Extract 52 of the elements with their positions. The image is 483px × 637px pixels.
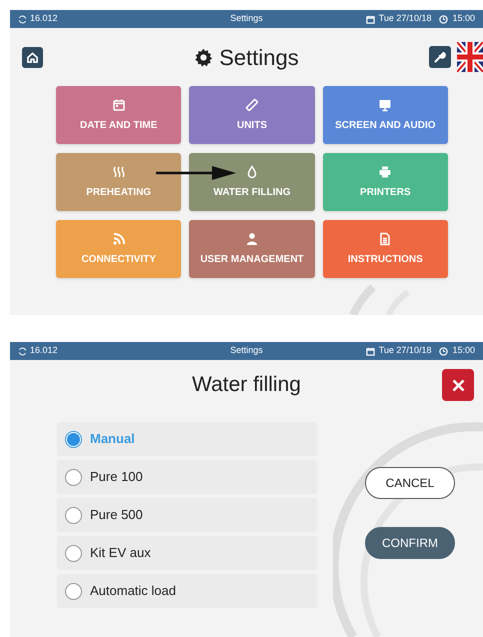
monitor-icon	[378, 98, 392, 112]
gear-icon	[194, 48, 214, 66]
home-button[interactable]	[22, 46, 43, 68]
printer-icon	[378, 164, 392, 178]
settings-tile[interactable]: SCREEN AND AUDIO	[322, 86, 448, 144]
wrench-icon	[434, 51, 446, 63]
time-text: 15:00	[452, 344, 475, 358]
confirm-button[interactable]: CONFIRM	[365, 527, 455, 559]
clock-icon	[439, 14, 448, 24]
date-text: Tue 27/10/18	[378, 12, 432, 26]
settings-tile[interactable]: DATE AND TIME	[56, 86, 182, 144]
calendar-icon	[366, 346, 375, 356]
date-text: Tue 27/10/18	[378, 344, 432, 358]
radio-option[interactable]: Pure 100	[57, 460, 317, 494]
status-title: Settings	[230, 12, 263, 26]
settings-tile[interactable]: INSTRUCTIONS	[322, 220, 448, 278]
radio-button[interactable]	[65, 430, 82, 448]
tools-button[interactable]	[429, 46, 451, 68]
settings-tile[interactable]: PREHEATING	[56, 153, 182, 211]
time-text: 15:00	[452, 12, 475, 26]
radio-button[interactable]	[65, 544, 82, 562]
dialog-title: Water filling	[192, 372, 301, 398]
radio-option[interactable]: Pure 500	[57, 498, 317, 532]
version-number: 16.012	[30, 12, 58, 26]
close-icon	[452, 378, 464, 392]
settings-tile[interactable]: CONNECTIVITY	[56, 220, 182, 278]
rss-icon	[112, 232, 126, 246]
radio-button[interactable]	[65, 506, 82, 524]
close-button[interactable]	[442, 369, 474, 401]
ruler-icon	[244, 98, 259, 112]
status-title: Settings	[230, 344, 263, 358]
settings-tile[interactable]: PRINTERS	[322, 153, 448, 211]
radio-option[interactable]: Automatic load	[57, 574, 317, 608]
cancel-button[interactable]: CANCEL	[365, 467, 455, 499]
settings-tile[interactable]: USER MANAGEMENT	[189, 220, 315, 278]
version-number: 16.012	[30, 344, 58, 358]
radio-option[interactable]: Kit EV aux	[57, 536, 317, 570]
document-icon	[378, 232, 392, 246]
radio-button[interactable]	[65, 582, 82, 600]
settings-tile[interactable]: UNITS	[189, 86, 315, 144]
calendar-icon	[112, 98, 126, 112]
radio-button[interactable]	[65, 468, 82, 486]
sync-icon	[18, 346, 27, 356]
person-icon	[244, 232, 259, 246]
page-title: Settings	[219, 44, 299, 72]
home-icon	[27, 52, 38, 62]
calendar-icon	[366, 14, 375, 24]
clock-icon	[439, 346, 448, 356]
settings-tile[interactable]: WATER FILLING	[189, 153, 315, 211]
sync-icon	[18, 14, 27, 24]
radio-option[interactable]: Manual	[57, 422, 317, 456]
heat-waves-icon	[112, 164, 126, 178]
